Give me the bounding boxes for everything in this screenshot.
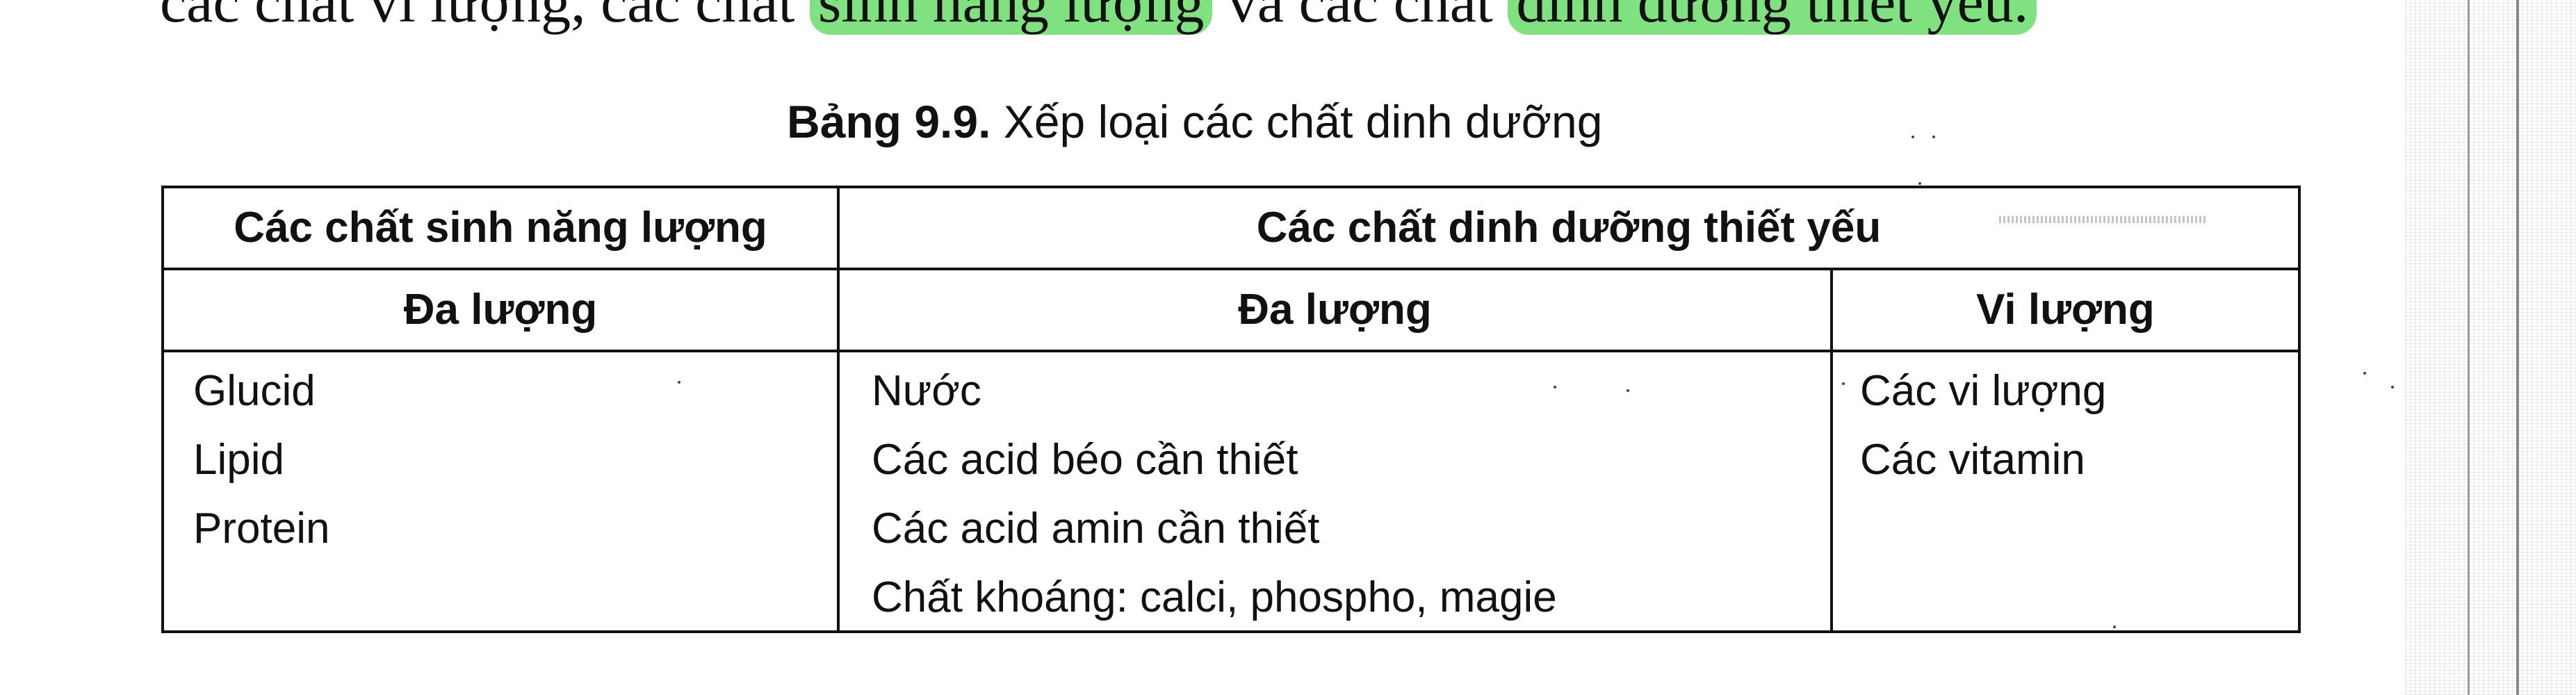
list-item: Protein [193,505,330,553]
subheader-macro-essential: Đa lượng [1238,286,1432,334]
scan-speck [2363,372,2366,375]
table-divider-row2 [164,350,2298,352]
scan-edge-line [2516,0,2519,695]
essential-macro-list: Nước Các acid béo cần thiết Các acid ami… [872,357,1557,632]
highlight-energy: sinh năng lượng [809,0,1213,35]
list-item: Các acid amin cần thiết [872,505,1320,553]
subheader-macro-energy: Đa lượng [403,286,598,334]
list-item: Các vi lượng [1860,367,2107,415]
table-caption: Bảng 9.9. Xếp loại các chất dinh dưỡng [787,92,1602,152]
header-energy-nutrients: Các chất sinh năng lượng [234,204,767,252]
nutrient-classification-table: Các chất sinh năng lượng Các chất dinh d… [161,186,2301,633]
scan-page-edge [2405,0,2576,695]
scan-speck [1627,389,1629,392]
scan-speck [2391,386,2394,389]
list-item: Chất khoáng: calci, phospho, magie [872,573,1557,621]
subheader-micro-essential: Vi lượng [1976,286,2155,334]
scan-speck [2113,626,2116,628]
header-essential-nutrients: Các chất dinh dưỡng thiết yếu [1256,204,1882,252]
list-item: Các vitamin [1860,436,2085,484]
caption-title: Xếp loại các chất dinh dưỡng [991,96,1603,147]
caption-label: Bảng 9.9. [787,96,991,147]
list-item: Các acid béo cần thiết [872,436,1298,484]
scan-speck [1932,136,1935,138]
table-divider-row1 [164,268,2298,270]
list-item: Nước [872,367,981,415]
scan-edge-line [2468,0,2470,695]
scan-speck [1554,386,1556,389]
scan-speck [678,381,680,384]
body-text-middle: và các chất [1212,0,1508,35]
scan-speck [1911,136,1914,138]
list-item: Glucid [193,367,316,415]
essential-micro-list: Các vi lượng Các vitamin [1860,357,2106,494]
scan-speck [1842,382,1845,385]
list-item: Lipid [193,436,284,484]
energy-macro-list: Glucid Lipid Protein [193,357,329,563]
body-text-line: các chất vi lượng, các chất sinh năng lư… [160,0,2037,36]
body-text-start: các chất vi lượng, các chất [160,0,810,35]
scan-smudge [1999,216,2208,223]
scan-speck [1918,182,1921,185]
highlight-essential: dinh dưỡng thiết yếu. [1508,0,2037,35]
